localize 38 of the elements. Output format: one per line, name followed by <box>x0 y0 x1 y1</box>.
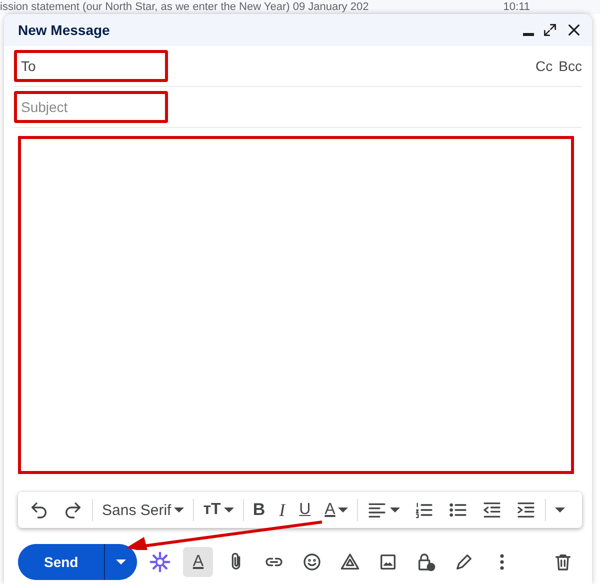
more-icon <box>500 554 504 570</box>
numbered-list-icon <box>414 500 434 520</box>
font-dropdown[interactable]: Sans Serif <box>97 498 190 522</box>
sparkle-icon <box>149 551 172 573</box>
image-icon <box>378 552 398 572</box>
send-button[interactable]: Send <box>18 544 106 580</box>
recipient-link[interactable]: Cc <box>536 58 553 74</box>
caret-icon <box>224 507 234 513</box>
minimize-icon <box>523 33 534 36</box>
formatting-toggle[interactable]: A <box>183 547 214 577</box>
indent-less-icon <box>482 500 502 520</box>
undo-icon <box>29 500 49 520</box>
email-time: 10:11 <box>503 0 530 14</box>
subject-field[interactable]: Subject <box>14 91 168 123</box>
to-field[interactable]: To <box>14 50 168 82</box>
trash-icon <box>553 552 573 572</box>
caret-icon <box>116 559 126 565</box>
pen-icon <box>454 552 474 572</box>
email-subject: ission statement (our North Star, as we enter the New Year) 09 January 202 <box>0 0 369 14</box>
smiley-icon <box>302 552 322 572</box>
close-icon <box>566 22 582 38</box>
caret-icon <box>174 507 184 513</box>
triangle-icon <box>340 552 360 572</box>
text-color-button[interactable]: A <box>320 497 354 523</box>
bold-button[interactable]: B <box>248 496 270 524</box>
recipient-link[interactable]: Bcc <box>558 58 582 74</box>
italic-button[interactable]: I <box>274 496 290 524</box>
caret-icon <box>390 507 400 513</box>
caret-icon <box>338 507 348 513</box>
redo-icon <box>63 500 83 520</box>
caret-icon <box>555 507 566 513</box>
message-body-field[interactable] <box>18 136 574 474</box>
text-size-button[interactable]: тT <box>198 497 239 523</box>
indent-more-icon <box>516 500 536 520</box>
underline-button[interactable]: U <box>294 497 316 523</box>
window-title: New Message <box>18 22 110 38</box>
lock-clock-icon <box>416 552 436 572</box>
expand-icon <box>542 22 558 38</box>
